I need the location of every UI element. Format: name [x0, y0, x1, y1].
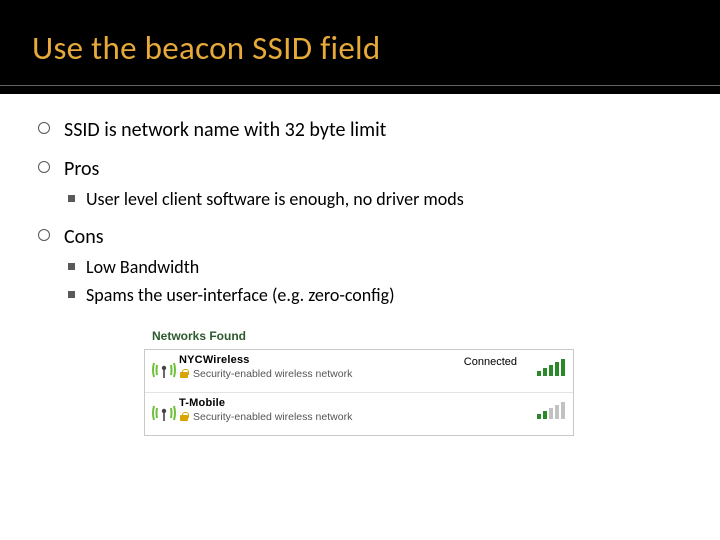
bullet-label: Pros	[64, 157, 99, 181]
bullet-item: Pros User level client software is enoug…	[38, 157, 682, 211]
bullet-label: Cons	[64, 225, 104, 249]
title-bar: Use the beacon SSID field	[0, 0, 720, 94]
sub-bullet-list: Low Bandwidth Spams the user-interface (…	[64, 256, 682, 307]
signal-bars-icon	[537, 401, 565, 419]
lock-icon	[179, 412, 189, 422]
sub-bullet: Spams the user-interface (e.g. zero-conf…	[64, 284, 682, 307]
networks-pane: NYCWireless Security-enabled wireless ne…	[144, 349, 574, 436]
sub-bullet-list: User level client software is enough, no…	[64, 188, 682, 211]
network-security: Security-enabled wireless network	[179, 368, 565, 380]
networks-widget: Networks Found NYCWireless	[144, 329, 574, 436]
sub-bullet: User level client software is enough, no…	[64, 188, 682, 211]
signal-bars-icon	[537, 358, 565, 376]
network-status: Connected	[464, 356, 517, 368]
network-security-text: Security-enabled wireless network	[193, 368, 352, 380]
network-ssid: T-Mobile	[179, 397, 565, 409]
networks-header: Networks Found	[152, 329, 574, 343]
wifi-antenna-icon	[151, 356, 177, 386]
bullet-item: SSID is network name with 32 byte limit	[38, 118, 682, 143]
title-divider	[0, 85, 720, 86]
slide-title: Use the beacon SSID field	[32, 28, 381, 68]
slide-body: SSID is network name with 32 byte limit …	[0, 94, 720, 436]
lock-icon	[179, 369, 189, 379]
wifi-antenna-icon	[151, 399, 177, 429]
network-row: T-Mobile Security-enabled wireless netwo…	[145, 393, 573, 435]
sub-bullet: Low Bandwidth	[64, 256, 682, 279]
network-meta: T-Mobile Security-enabled wireless netwo…	[177, 397, 565, 423]
network-security-text: Security-enabled wireless network	[193, 411, 352, 423]
bullet-item: Cons Low Bandwidth Spams the user-interf…	[38, 225, 682, 307]
bullet-list: SSID is network name with 32 byte limit …	[38, 118, 682, 307]
network-security: Security-enabled wireless network	[179, 411, 565, 423]
network-row: NYCWireless Security-enabled wireless ne…	[145, 350, 573, 393]
